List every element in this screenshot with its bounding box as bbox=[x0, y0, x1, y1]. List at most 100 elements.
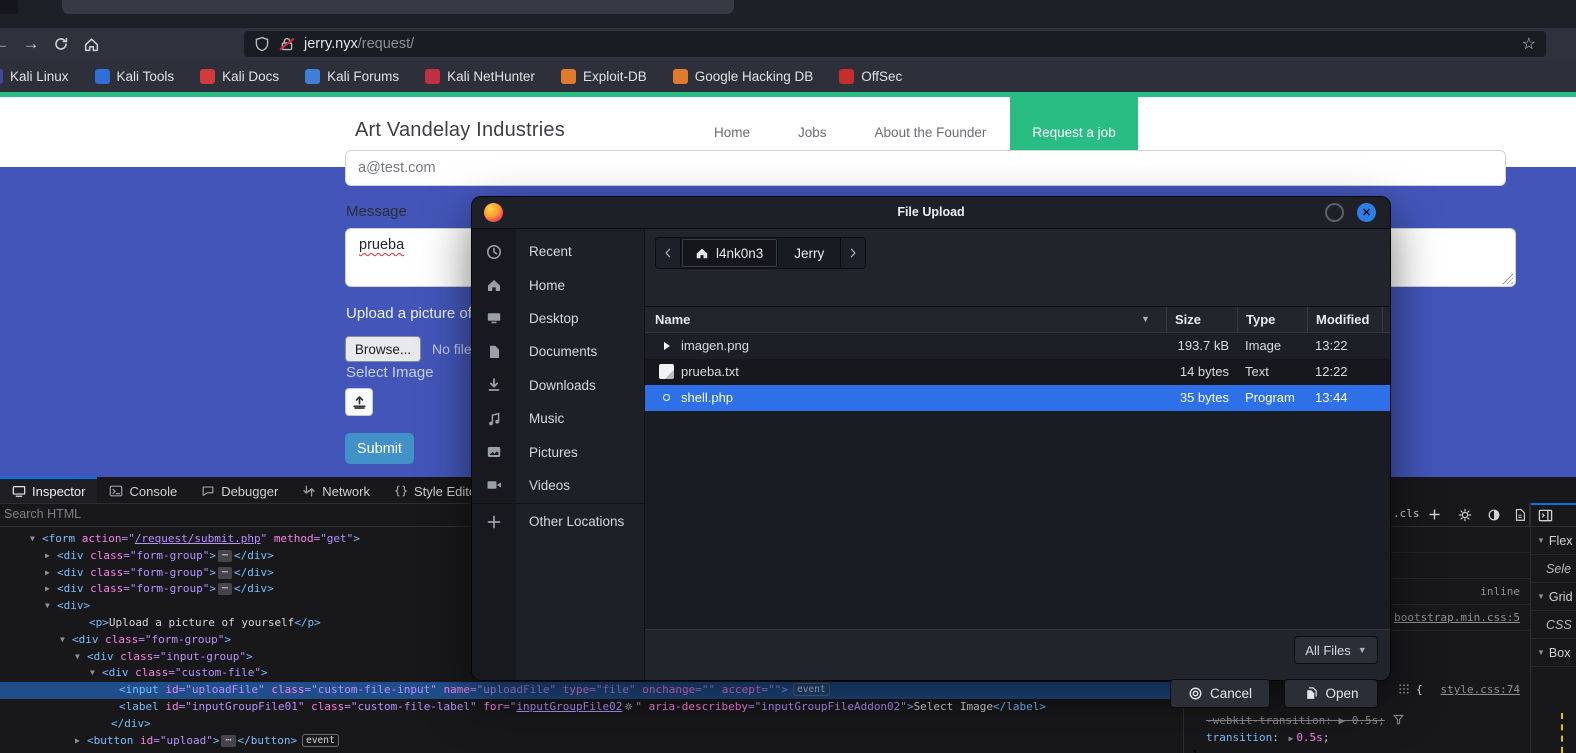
expand-badge[interactable]: ⋯ bbox=[218, 567, 232, 579]
url-bar[interactable]: jerry.nyx/request/ ☆ bbox=[244, 31, 1546, 57]
code-token: Upload a picture of yourself bbox=[109, 616, 294, 629]
layout-section-sele[interactable]: Sele bbox=[1531, 555, 1576, 583]
bookmark-item[interactable]: OffSec bbox=[839, 69, 902, 84]
devtools-tab-inspector[interactable]: Inspector bbox=[0, 477, 97, 503]
file-table-header[interactable]: ▼ NameSizeTypeModified bbox=[645, 307, 1390, 333]
sidebar-item-music[interactable]: Music bbox=[472, 402, 645, 435]
expand-badge[interactable]: ⋯ bbox=[218, 583, 232, 595]
expand-badge[interactable]: ⋯ bbox=[221, 735, 235, 747]
sidebar-toggle-icon[interactable] bbox=[1538, 508, 1553, 523]
expand-arrow[interactable]: ▶ bbox=[45, 565, 57, 582]
expand-arrow[interactable]: ▼ bbox=[90, 665, 102, 682]
breadcrumb-current[interactable]: Jerry bbox=[778, 238, 841, 268]
cancel-button[interactable]: Cancel bbox=[1170, 679, 1270, 708]
open-button[interactable]: Open bbox=[1284, 679, 1378, 708]
column-header-size[interactable]: Size bbox=[1175, 312, 1201, 327]
upload-button[interactable] bbox=[345, 388, 373, 416]
sidebar-item-home[interactable]: Home bbox=[472, 268, 645, 301]
devtools-tab-network[interactable]: Network bbox=[290, 477, 382, 503]
code-token: class bbox=[129, 666, 169, 679]
sidebar-item-documents[interactable]: Documents bbox=[472, 335, 645, 368]
column-divider[interactable] bbox=[1237, 307, 1238, 333]
devtools-tab-console[interactable]: Console bbox=[97, 477, 189, 503]
forward-button[interactable]: → bbox=[16, 31, 46, 57]
event-badge[interactable]: event bbox=[793, 683, 830, 696]
markup-line[interactable]: ▶<button id="upload">⋯</button>event bbox=[0, 733, 1183, 750]
toggle-classes-button[interactable]: .cls bbox=[1393, 507, 1420, 520]
home-button[interactable] bbox=[76, 31, 106, 57]
browse-button[interactable]: Browse... bbox=[345, 336, 421, 362]
expand-arrow[interactable]: ▶ bbox=[45, 581, 57, 598]
shield-icon[interactable] bbox=[254, 36, 270, 52]
bookmark-item[interactable]: Kali NetHunter bbox=[425, 69, 535, 84]
devtools-tab-debugger[interactable]: Debugger bbox=[189, 477, 290, 503]
stylesheet-link[interactable]: style.css:74 bbox=[1441, 683, 1520, 696]
code-token: ="custom-file-label" bbox=[344, 700, 476, 713]
expand-arrow[interactable]: ▼ bbox=[30, 531, 42, 548]
code-token: <div bbox=[57, 582, 84, 595]
close-button[interactable]: ✕ bbox=[1357, 203, 1376, 222]
expand-arrow[interactable]: ▼ bbox=[45, 598, 57, 615]
column-header-modified[interactable]: Modified bbox=[1316, 312, 1369, 327]
submit-button[interactable]: Submit bbox=[345, 433, 414, 464]
dark-mode-icon[interactable] bbox=[1487, 508, 1501, 522]
breadcrumb-back-button[interactable] bbox=[656, 238, 681, 268]
column-divider[interactable] bbox=[1166, 307, 1167, 333]
expand-arrow[interactable]: ▼ bbox=[60, 632, 72, 649]
expand-arrow[interactable]: ▶ bbox=[75, 733, 87, 750]
layout-section-box[interactable]: ▼Box bbox=[1531, 639, 1576, 667]
column-header-type[interactable]: Type bbox=[1246, 312, 1275, 327]
email-field[interactable] bbox=[345, 150, 1506, 186]
minimize-button[interactable] bbox=[1325, 203, 1344, 222]
bookmark-item[interactable]: Google Hacking DB bbox=[673, 69, 814, 84]
bookmark-favicon bbox=[425, 69, 440, 84]
bookmark-item[interactable]: Kali Forums bbox=[305, 69, 399, 84]
expand-arrow[interactable]: ▶ bbox=[45, 548, 57, 565]
column-divider[interactable] bbox=[1307, 307, 1308, 333]
markup-line[interactable]: </div> bbox=[0, 716, 1183, 733]
layout-section-grid[interactable]: ▼Grid bbox=[1531, 583, 1576, 611]
layout-section-css[interactable]: CSS bbox=[1531, 611, 1576, 639]
stylesheet-link[interactable]: bootstrap.min.css:5 bbox=[1394, 611, 1520, 624]
breadcrumb-home[interactable]: l4nk0n3 bbox=[681, 238, 778, 268]
sidebar-item-videos[interactable]: Videos bbox=[472, 469, 645, 502]
insecure-lock-icon[interactable] bbox=[279, 36, 295, 52]
sidebar-item-downloads[interactable]: Downloads bbox=[472, 369, 645, 402]
bookmark-item[interactable]: Kali Tools bbox=[95, 69, 175, 84]
grid-highlight-icon[interactable] bbox=[1398, 683, 1410, 695]
browser-active-tab[interactable] bbox=[62, 0, 734, 14]
bookmark-star-icon[interactable]: ☆ bbox=[1522, 34, 1536, 54]
css-declaration[interactable]: -webkit-transition: ▶ 0.5s; bbox=[1206, 712, 1385, 729]
markup-line[interactable]: <input id="uploadFile" class="custom-fil… bbox=[0, 682, 1183, 699]
expand-arrow[interactable]: ▼ bbox=[75, 649, 87, 666]
sidebar-item-pictures[interactable]: Pictures bbox=[472, 435, 645, 468]
sidebar-item-recent[interactable]: Recent bbox=[472, 235, 645, 268]
expand-arrow[interactable]: ▶ bbox=[1288, 734, 1293, 743]
print-media-icon[interactable] bbox=[1513, 508, 1527, 522]
light-mode-icon[interactable] bbox=[1458, 508, 1472, 522]
bookmark-item[interactable]: Kali Linux bbox=[0, 69, 69, 84]
add-rule-icon[interactable] bbox=[1428, 508, 1441, 521]
markup-line[interactable]: <label id="inputGroupFile01" class="cust… bbox=[0, 699, 1183, 716]
column-divider[interactable] bbox=[1382, 307, 1383, 333]
sidebar-item-desktop[interactable]: Desktop bbox=[472, 302, 645, 335]
reload-button[interactable] bbox=[46, 31, 76, 57]
back-button[interactable]: ← bbox=[0, 31, 16, 57]
sidebar-item-other-locations[interactable]: Other Locations bbox=[472, 505, 645, 538]
file-row[interactable]: shell.php35 bytesProgram13:44 bbox=[645, 385, 1390, 411]
breadcrumb-forward-button[interactable] bbox=[841, 238, 865, 268]
bookmark-item[interactable]: Kali Docs bbox=[200, 69, 279, 84]
file-type-filter[interactable]: All Files▼ bbox=[1294, 636, 1378, 664]
dialog-titlebar[interactable]: File Upload ✕ bbox=[472, 197, 1390, 229]
event-badge[interactable]: event bbox=[302, 734, 339, 747]
column-header-name[interactable]: Name bbox=[655, 312, 690, 327]
search-html-input[interactable] bbox=[0, 503, 408, 525]
layout-section-flex[interactable]: ▼Flex bbox=[1531, 527, 1576, 555]
file-row[interactable]: prueba.txt14 bytesText12:22 bbox=[645, 359, 1390, 385]
file-row[interactable]: imagen.png193.7 kBImage13:22 bbox=[645, 333, 1390, 359]
bookmark-item[interactable]: Exploit-DB bbox=[561, 69, 647, 84]
expand-badge[interactable]: ⋯ bbox=[218, 550, 232, 562]
filter-icon[interactable] bbox=[1392, 713, 1405, 726]
css-declaration[interactable]: transition: ▶0.5s; bbox=[1206, 729, 1329, 746]
resize-handle[interactable] bbox=[1502, 273, 1513, 284]
